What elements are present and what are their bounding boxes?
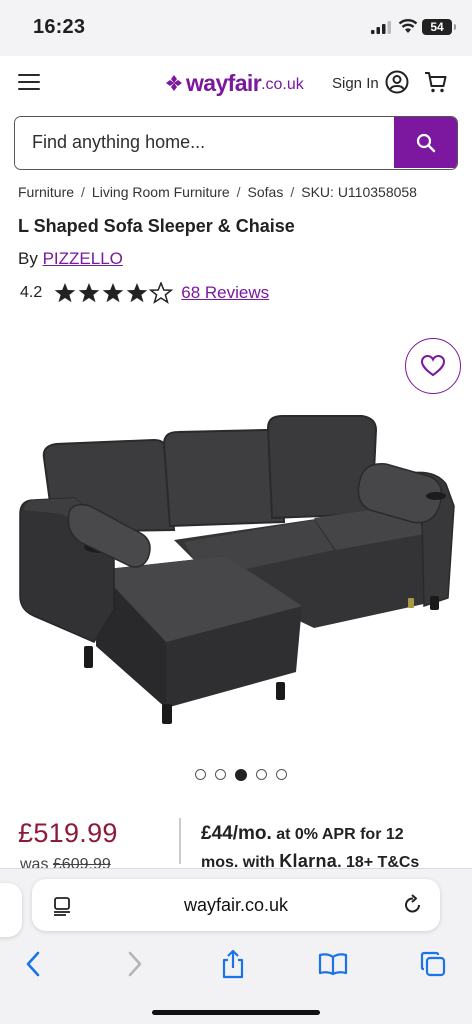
status-bar: 16:23 54	[0, 0, 472, 56]
browser-toolbar: wayfair.co.uk	[0, 868, 472, 1024]
breadcrumb-separator: /	[236, 184, 241, 200]
brand-link[interactable]: PIZZELLO	[43, 249, 123, 268]
star-filled-icon	[54, 283, 76, 303]
search-icon	[416, 133, 435, 152]
search-input[interactable]	[15, 117, 395, 168]
carousel-dot[interactable]	[276, 769, 287, 780]
tabs-button[interactable]	[418, 949, 448, 979]
url-text: wayfair.co.uk	[183, 895, 289, 915]
breadcrumb-item-sofas[interactable]: Sofas	[248, 184, 284, 200]
by-label: By	[18, 249, 38, 268]
status-time: 16:23	[33, 16, 86, 38]
wayfair-logo[interactable]: wayfair .co.uk	[164, 69, 304, 96]
back-icon	[26, 951, 40, 977]
finance-amount: £44/mo.	[201, 823, 272, 844]
wayfair-logo-mark-icon	[166, 75, 182, 91]
favorite-button[interactable]	[405, 338, 461, 394]
logo-domain: .co.uk	[261, 76, 304, 93]
sign-in-link[interactable]: Sign In	[332, 75, 379, 92]
star-filled-icon	[78, 283, 100, 303]
star-rating	[53, 282, 174, 304]
logo-wordmark: wayfair	[186, 69, 262, 96]
cellular-signal-icon	[371, 21, 391, 34]
star-filled-icon	[126, 283, 148, 303]
share-button[interactable]	[218, 949, 248, 979]
home-indicator[interactable]	[152, 1010, 320, 1015]
address-bar[interactable]: wayfair.co.uk	[32, 879, 440, 931]
account-icon[interactable]	[385, 70, 409, 94]
forward-button[interactable]	[120, 949, 150, 979]
carousel-dot[interactable]	[256, 769, 267, 780]
menu-icon[interactable]	[18, 74, 40, 90]
breadcrumb-item-living-room-furniture[interactable]: Living Room Furniture	[92, 184, 230, 200]
breadcrumb-separator: /	[81, 184, 85, 200]
tabs-icon	[420, 951, 446, 977]
breadcrumb-item-furniture[interactable]: Furniture	[18, 184, 74, 200]
wifi-icon	[398, 19, 418, 33]
reviews-link[interactable]: 68 Reviews	[181, 283, 269, 303]
breadcrumb: Furniture / Living Room Furniture / Sofas / SK…	[18, 184, 417, 200]
product-title: L Shaped Sofa Sleeper & Chaise	[18, 216, 295, 236]
star-empty-icon	[149, 282, 174, 304]
carousel-dot[interactable]	[215, 769, 226, 780]
back-button[interactable]	[18, 949, 48, 979]
star-filled-icon	[102, 283, 124, 303]
previous-tab-preview[interactable]	[0, 883, 22, 937]
image-carousel-dots	[195, 768, 287, 781]
price-divider	[179, 818, 181, 864]
cart-icon[interactable]	[424, 70, 448, 94]
bookmarks-icon	[318, 953, 348, 976]
bookmarks-button[interactable]	[318, 949, 348, 979]
finance-terms: at 0% APR for 12	[271, 826, 404, 843]
product-image-sofa[interactable]	[14, 410, 464, 730]
carousel-dot[interactable]	[195, 769, 206, 780]
product-byline: By PIZZELLO	[18, 249, 123, 269]
sale-price: £519.99	[18, 818, 118, 848]
site-header: wayfair .co.uk Sign In	[0, 56, 472, 108]
breadcrumb-separator: /	[290, 184, 295, 200]
forward-icon	[128, 951, 142, 977]
reload-icon[interactable]	[402, 894, 424, 916]
carousel-dot-active[interactable]	[235, 768, 247, 781]
share-icon	[222, 949, 244, 979]
product-rating: 4.2 68 Reviews	[20, 282, 269, 304]
heart-icon	[420, 354, 446, 377]
product-sku: SKU: U110358058	[301, 184, 417, 200]
search-bar	[14, 116, 458, 170]
rating-value: 4.2	[20, 284, 43, 301]
battery-icon: 54	[422, 19, 456, 35]
search-button[interactable]	[394, 117, 457, 168]
